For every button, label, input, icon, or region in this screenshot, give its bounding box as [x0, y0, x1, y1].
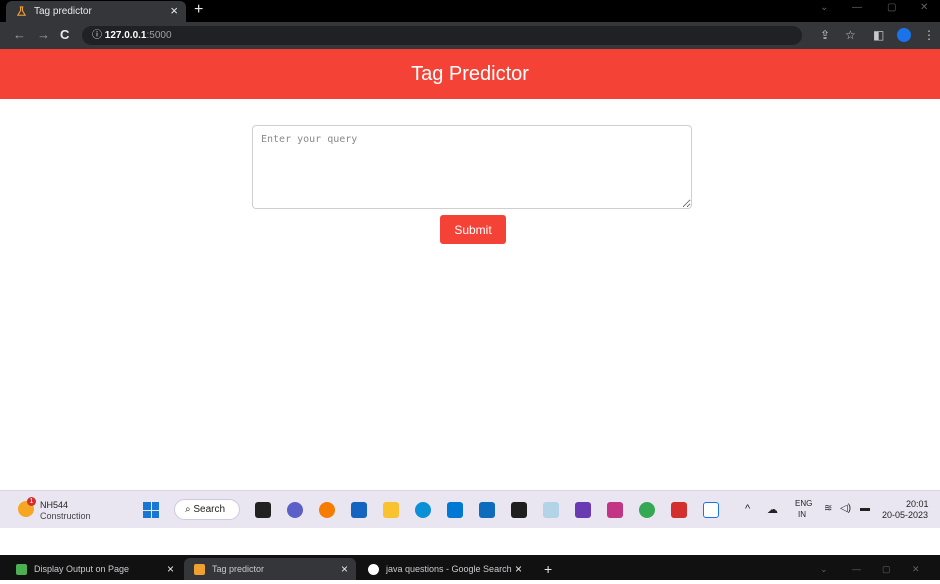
teams-chat-icon[interactable] — [287, 502, 303, 518]
tab-title: Tag predictor — [34, 6, 92, 17]
side-panel-icon[interactable]: ◧ — [873, 28, 884, 42]
close-tab-icon[interactable]: × — [341, 562, 348, 576]
browser-tab-strip: Tag predictor × + ⌄ — ▢ ✕ — [0, 0, 940, 22]
tab-display-output[interactable]: Display Output on Page × — [6, 558, 182, 580]
search-label: Search — [193, 504, 226, 515]
edge-browser-icon[interactable] — [415, 502, 431, 518]
second-browser-tab-strip: Display Output on Page × Tag predictor ×… — [0, 555, 940, 580]
query-input[interactable] — [252, 125, 692, 209]
minimize-icon[interactable]: — — [852, 2, 862, 13]
app-header: Tag Predictor — [0, 49, 940, 99]
wps-office-icon[interactable] — [671, 502, 687, 518]
visual-studio-icon[interactable] — [575, 502, 591, 518]
profile-avatar[interactable] — [897, 28, 911, 42]
maximize-icon[interactable]: ▢ — [887, 2, 896, 13]
chevron-up-icon[interactable]: ^ — [745, 503, 750, 515]
tab-tag-predictor-2[interactable]: Tag predictor × — [184, 558, 356, 580]
chevron-down-icon[interactable]: ⌄ — [810, 558, 828, 580]
snipping-tool-icon[interactable] — [703, 502, 719, 518]
flask-icon — [194, 563, 205, 575]
tab-label: Tag predictor — [212, 564, 265, 574]
app-icon-orange[interactable] — [319, 502, 335, 518]
calculator-icon[interactable] — [351, 502, 367, 518]
address-bar[interactable]: ⓘ 127.0.0.1:5000 — [82, 26, 802, 45]
tab-tag-predictor[interactable]: Tag predictor × — [6, 1, 186, 22]
app-icon-light[interactable] — [543, 502, 559, 518]
file-explorer-icon[interactable] — [383, 502, 399, 518]
task-view-icon[interactable] — [255, 502, 271, 518]
google-icon — [368, 563, 379, 575]
minimize-icon[interactable]: — — [842, 558, 861, 580]
forward-icon[interactable]: → — [37, 27, 50, 42]
share-icon[interactable]: ⇪ — [820, 28, 830, 42]
close-window-icon[interactable]: ✕ — [902, 558, 920, 580]
taskbar: 1 NH544 Construction ⌕ Search ^ ☁ ENG IN… — [0, 490, 940, 528]
instagram-icon[interactable] — [607, 502, 623, 518]
language-line1[interactable]: ENG — [795, 499, 812, 508]
tab-google-search[interactable]: java questions - Google Search × — [358, 558, 530, 580]
clock-date[interactable]: 20-05-2023 — [882, 510, 928, 520]
cloud-icon[interactable]: ☁ — [767, 503, 778, 516]
linkedin-icon[interactable] — [447, 502, 463, 518]
weather-title: NH544 — [40, 500, 69, 510]
close-tab-icon[interactable]: × — [167, 562, 174, 576]
url-host: 127.0.0.1 — [104, 30, 147, 41]
new-tab-button[interactable]: + — [534, 558, 552, 580]
tab-label: java questions - Google Search — [386, 564, 512, 574]
windows-start-icon[interactable] — [143, 502, 159, 518]
close-tab-icon[interactable]: × — [515, 562, 522, 576]
close-tab-icon[interactable]: × — [170, 3, 178, 18]
page-title: Tag Predictor — [411, 63, 529, 85]
bookmark-star-icon[interactable]: ☆ — [845, 28, 856, 42]
pycharm-icon[interactable] — [511, 502, 527, 518]
menu-dots-icon[interactable]: ⋮ — [923, 28, 935, 42]
battery-icon[interactable]: ▬ — [860, 503, 870, 514]
info-icon[interactable]: ⓘ — [92, 30, 102, 41]
submit-button[interactable]: Submit — [440, 215, 506, 244]
close-window-icon[interactable]: ✕ — [920, 2, 928, 13]
chrome-icon[interactable] — [639, 502, 655, 518]
volume-icon[interactable]: ◁) — [840, 503, 851, 514]
new-tab-button[interactable]: + — [194, 0, 203, 20]
wifi-icon[interactable]: ≋ — [824, 503, 832, 514]
language-line2[interactable]: IN — [798, 510, 806, 519]
chevron-down-icon[interactable]: ⌄ — [820, 2, 828, 13]
flask-icon — [16, 6, 27, 16]
notification-badge: 1 — [27, 497, 36, 506]
search-icon: ⌕ — [185, 504, 191, 515]
reload-icon[interactable]: C — [60, 27, 69, 42]
back-icon[interactable]: ← — [13, 27, 26, 42]
browser-toolbar: ← → C ⓘ 127.0.0.1:5000 ⇪ ☆ ◧ ⋮ — [0, 22, 940, 49]
url-port: :5000 — [146, 30, 172, 41]
page-icon — [16, 563, 27, 575]
tab-label: Display Output on Page — [34, 564, 130, 574]
weather-subtitle: Construction — [40, 511, 91, 521]
maximize-icon[interactable]: ▢ — [872, 558, 891, 580]
mail-icon[interactable] — [479, 502, 495, 518]
taskbar-search[interactable]: ⌕ Search — [174, 499, 240, 520]
clock-time[interactable]: 20:01 — [906, 499, 929, 509]
